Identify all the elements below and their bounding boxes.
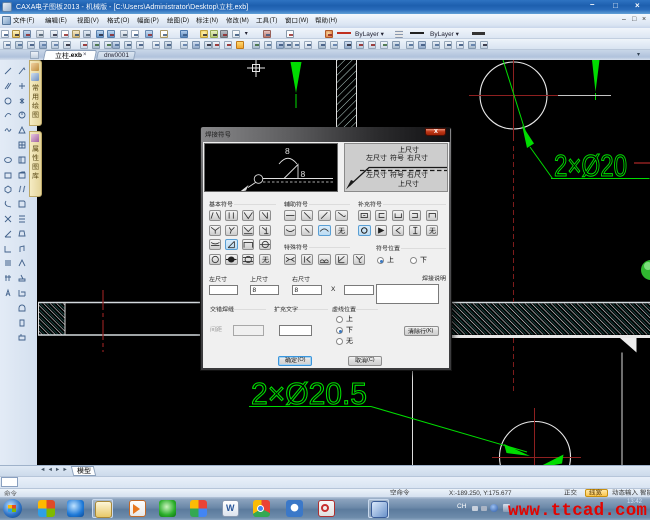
svg-text:8: 8 bbox=[285, 146, 290, 156]
svg-text:2×Ø20: 2×Ø20 bbox=[554, 148, 627, 183]
svg-text:2×Ø20.5: 2×Ø20.5 bbox=[251, 376, 367, 411]
svg-text:8: 8 bbox=[301, 169, 306, 179]
